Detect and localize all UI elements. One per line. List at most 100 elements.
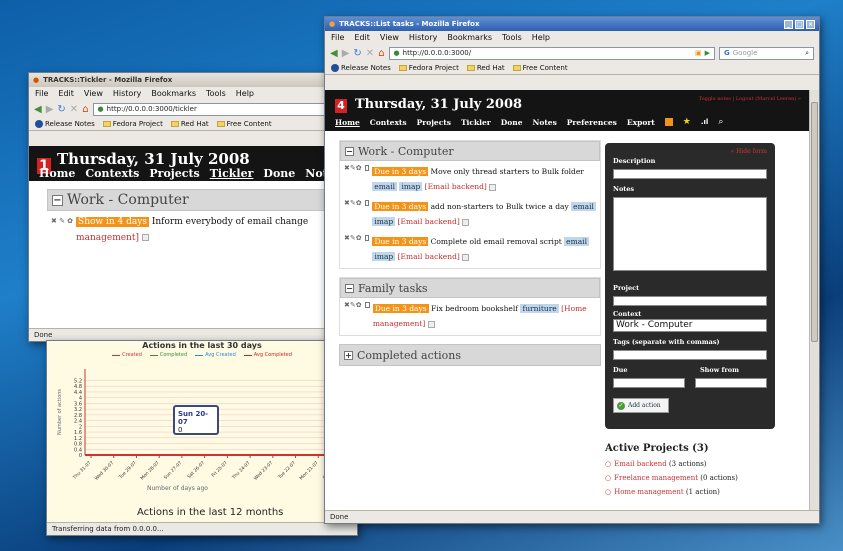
home-icon[interactable]: ⌂ [378, 48, 384, 59]
hide-form-link[interactable]: « Hide form [613, 148, 767, 155]
bookmark-item[interactable]: Fedora Project [398, 63, 459, 73]
bookmark-item[interactable]: Red Hat [466, 63, 505, 73]
stats-icon[interactable]: .ıl [701, 118, 708, 126]
minimize-icon[interactable]: _ [784, 19, 793, 29]
menu-item-file[interactable]: File [35, 89, 48, 98]
home-icon[interactable]: ⌂ [82, 104, 88, 115]
project-name[interactable]: Freelance management [614, 474, 698, 482]
tag-badge[interactable]: email [571, 202, 596, 211]
note-icon[interactable] [462, 253, 470, 261]
back-icon[interactable]: ◀ [34, 104, 42, 115]
task-action-icons[interactable]: ✖✎✿ [344, 301, 362, 309]
task-action-icons[interactable]: ✖✎✿ [344, 199, 362, 207]
collapse-icon[interactable]: − [52, 194, 63, 206]
task-description[interactable]: Complete old email removal script [431, 237, 562, 246]
completed-actions-header[interactable]: + Completed actions [339, 344, 601, 366]
project-link[interactable]: [Email backend] [425, 182, 487, 191]
search-icon[interactable]: ⌕ [805, 49, 809, 58]
show-from-input[interactable] [695, 378, 767, 388]
forward-icon[interactable]: ▶ [342, 48, 350, 59]
note-icon[interactable] [489, 183, 497, 191]
nav-tickler[interactable]: Tickler [461, 118, 491, 127]
scrollbar[interactable] [809, 90, 819, 510]
nav-export[interactable]: Export [627, 118, 655, 127]
tickler-window[interactable]: ● TRACKS::Tickler - Mozilla Firefox File… [28, 72, 358, 342]
task-checkbox[interactable] [364, 165, 370, 171]
menu-item-view[interactable]: View [380, 33, 399, 42]
notes-textarea[interactable] [613, 197, 767, 271]
project-name[interactable]: Home management [614, 488, 684, 496]
tags-input[interactable] [613, 350, 767, 360]
menu-item-edit[interactable]: Edit [58, 89, 74, 98]
back-icon[interactable]: ◀ [330, 48, 338, 59]
task-action-icons[interactable]: ✖✎✿ [344, 234, 362, 242]
menu-item-view[interactable]: View [84, 89, 103, 98]
note-icon[interactable] [427, 320, 435, 328]
statistics-window[interactable]: Actions in the last 30 days Created Compl… [46, 340, 358, 536]
task-description[interactable]: add non-starters to Bulk twice a day [431, 202, 569, 211]
tag-badge[interactable]: imap [372, 252, 396, 261]
nav-preferences[interactable]: Preferences [567, 118, 617, 127]
menu-item-history[interactable]: History [409, 33, 437, 42]
bookmark-item[interactable]: Release Notes [35, 119, 95, 129]
bookmark-item[interactable]: Fedora Project [102, 119, 163, 129]
task-description[interactable]: Move only thread starters to Bulk folder [430, 167, 583, 176]
project-name[interactable]: Email backend [614, 460, 667, 468]
nav-contexts[interactable]: Contexts [85, 167, 139, 180]
tag-badge[interactable]: email [372, 182, 398, 191]
task-action-icons[interactable]: ✖ ✎ ✿ [51, 217, 73, 225]
tag-badge[interactable]: imap [372, 217, 396, 226]
task-checkbox[interactable] [364, 200, 370, 206]
description-input[interactable] [613, 169, 767, 179]
task-checkbox[interactable] [364, 302, 370, 308]
task-checkbox[interactable] [364, 235, 370, 241]
menu-item-tools[interactable]: Tools [502, 33, 522, 42]
tag-badge[interactable]: imap [399, 182, 423, 191]
project-link[interactable]: [Email backend] [398, 252, 460, 261]
menu-item-bookmarks[interactable]: Bookmarks [151, 89, 196, 98]
menu-item-file[interactable]: File [331, 33, 344, 42]
note-icon[interactable] [462, 218, 470, 226]
task-description[interactable]: Fix bedroom bookshelf [431, 304, 518, 313]
close-icon[interactable]: × [806, 19, 815, 29]
nav-contexts[interactable]: Contexts [370, 118, 407, 127]
nav-projects[interactable]: Projects [417, 118, 451, 127]
collapse-icon[interactable]: − [345, 146, 354, 156]
project-link[interactable]: management] [76, 233, 139, 243]
note-icon[interactable] [141, 234, 149, 241]
forward-icon[interactable]: ▶ [46, 104, 54, 115]
project-link[interactable]: [Email backend] [398, 217, 460, 226]
bookmark-item[interactable]: Free Content [512, 63, 568, 73]
context-input[interactable]: Work - Computer [613, 319, 767, 332]
collapse-icon[interactable]: − [345, 283, 354, 293]
nav-done[interactable]: Done [501, 118, 523, 127]
menu-item-history[interactable]: History [113, 89, 141, 98]
url-input[interactable]: ● http://0.0.0.0:3000/ ▣ ▶ [388, 46, 715, 60]
top-links[interactable]: Toggle notes | Logout (Marcel Leeren) » [699, 96, 801, 102]
reload-icon[interactable]: ↻ [57, 104, 65, 115]
nav-notes[interactable]: Notes [532, 118, 556, 127]
nav-done[interactable]: Done [263, 167, 295, 180]
stop-icon[interactable]: ✕ [366, 48, 374, 59]
expand-icon[interactable]: + [344, 350, 353, 360]
menu-item-help[interactable]: Help [236, 89, 254, 98]
bookmark-item[interactable]: Free Content [216, 119, 272, 129]
feed-icon[interactable]: ▣ [695, 49, 702, 57]
menu-item-bookmarks[interactable]: Bookmarks [447, 33, 492, 42]
nav-tickler[interactable]: Tickler [210, 167, 254, 180]
scrollbar-thumb[interactable] [811, 102, 818, 342]
go-icon[interactable]: ▶ [705, 49, 710, 57]
reload-icon[interactable]: ↻ [353, 48, 361, 59]
tickler-titlebar[interactable]: ● TRACKS::Tickler - Mozilla Firefox [29, 73, 357, 87]
rss-icon[interactable] [664, 118, 673, 126]
add-action-button[interactable]: ✓ Add action [613, 398, 669, 413]
search-input[interactable]: G Google ⌕ [719, 46, 814, 60]
tag-badge[interactable]: email [564, 237, 589, 246]
project-input[interactable] [613, 296, 767, 306]
menu-item-help[interactable]: Help [532, 33, 550, 42]
bookmark-item[interactable]: Red Hat [170, 119, 209, 129]
due-input[interactable] [613, 378, 685, 388]
list-tasks-titlebar[interactable]: ● TRACKS::List tasks - Mozilla Firefox _… [325, 17, 819, 31]
bookmark-item[interactable]: Release Notes [331, 63, 391, 73]
url-input[interactable]: ● http://0.0.0.0:3000/tickler [92, 102, 352, 116]
